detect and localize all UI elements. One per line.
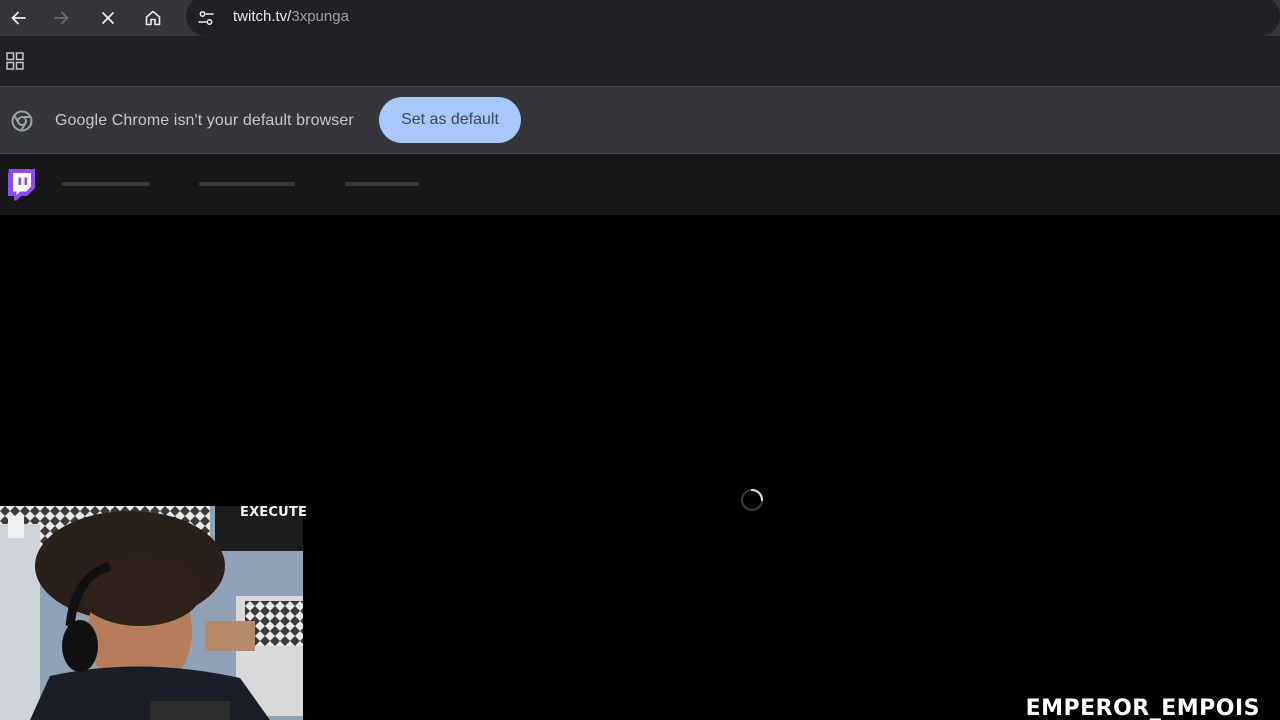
twitch-logo-icon[interactable] bbox=[6, 168, 37, 202]
url-text[interactable]: twitch.tv/3xpunga bbox=[233, 7, 349, 27]
webcam-feed-image bbox=[0, 506, 303, 720]
back-button[interactable] bbox=[2, 2, 34, 34]
infobar-message: Google Chrome isn't your default browser bbox=[55, 112, 354, 129]
webcam-poster-text: EXECUTE bbox=[240, 505, 308, 520]
browser-toolbar: twitch.tv/3xpunga bbox=[0, 0, 1280, 36]
stop-loading-button[interactable] bbox=[92, 2, 124, 34]
back-arrow-icon bbox=[11, 11, 26, 25]
url-host: twitch.tv/ bbox=[233, 8, 292, 25]
webcam-overlay bbox=[0, 506, 303, 720]
url-path: 3xpunga bbox=[291, 8, 349, 25]
nav-skeleton-browse bbox=[199, 182, 295, 186]
set-as-default-button[interactable]: Set as default bbox=[379, 97, 521, 143]
streamer-name-overlay: EMPEROR_EMPOIS bbox=[1025, 696, 1260, 720]
twitch-top-nav bbox=[0, 154, 1280, 215]
address-bar[interactable] bbox=[186, 0, 1280, 36]
site-info-button[interactable] bbox=[190, 2, 222, 34]
nav-skeleton-following bbox=[62, 182, 150, 186]
close-icon bbox=[102, 12, 114, 24]
loading-spinner-icon bbox=[741, 488, 764, 511]
home-icon bbox=[145, 10, 161, 26]
loading-spinner bbox=[739, 487, 765, 513]
tune-icon bbox=[198, 11, 214, 25]
forward-arrow-icon bbox=[54, 11, 69, 25]
bookmarks-bar bbox=[0, 36, 1280, 86]
forward-button[interactable] bbox=[46, 2, 78, 34]
nav-skeleton-more bbox=[345, 182, 419, 186]
screen: twitch.tv/3xpunga Google Chrome isn't yo… bbox=[0, 0, 1280, 720]
apps-button[interactable] bbox=[3, 49, 27, 73]
home-button[interactable] bbox=[137, 2, 169, 34]
chrome-logo-icon bbox=[11, 110, 33, 132]
default-browser-infobar: Google Chrome isn't your default browser… bbox=[0, 86, 1280, 154]
apps-grid-icon bbox=[6, 52, 24, 70]
